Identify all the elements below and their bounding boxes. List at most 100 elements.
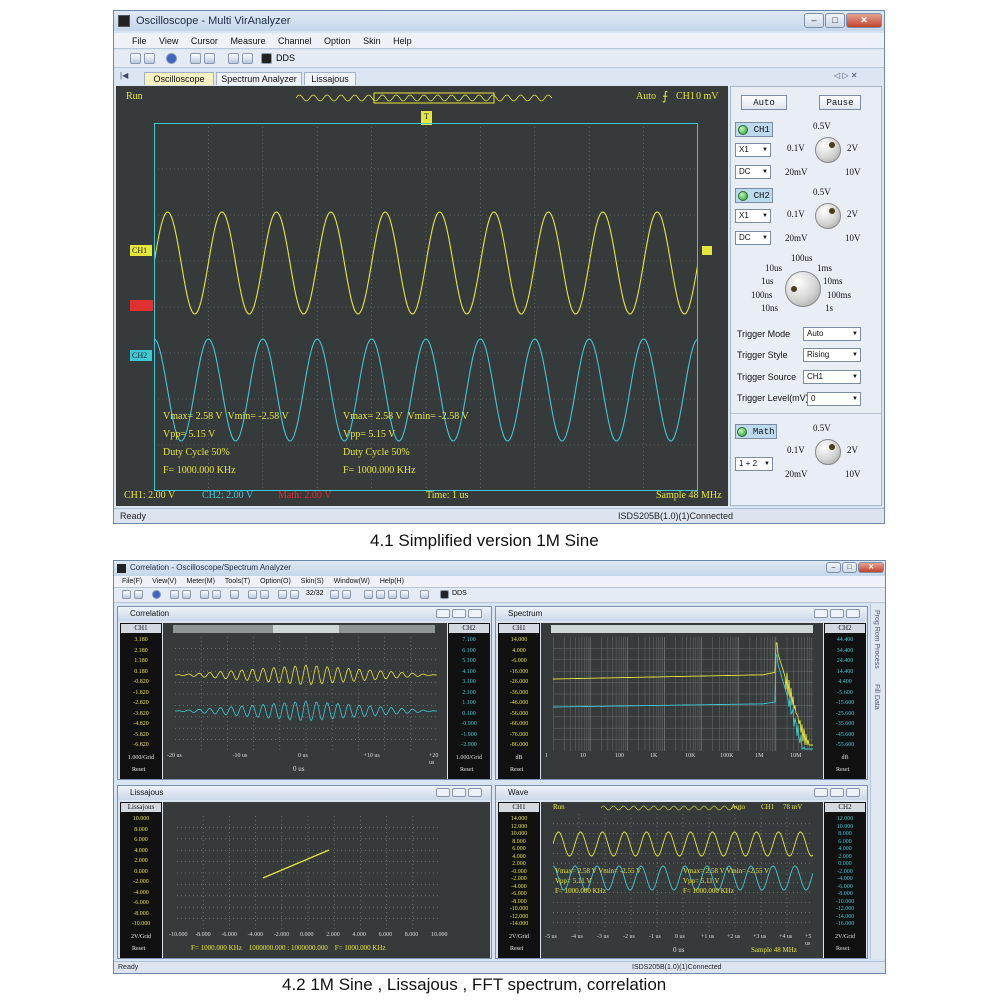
layout3-icon[interactable] <box>388 590 397 599</box>
correlation-max-button[interactable] <box>452 609 466 618</box>
menu-help-h[interactable]: Help(H) <box>380 576 404 588</box>
bottom-zoom-out-icon[interactable] <box>182 590 191 599</box>
auto-button[interactable]: Auto <box>741 95 787 110</box>
trigger-style-select[interactable]: Rising <box>803 348 861 362</box>
layout4-icon[interactable] <box>400 590 409 599</box>
prev-frame-icon[interactable] <box>278 590 287 599</box>
bottom-dds-icon[interactable] <box>440 590 449 599</box>
ch2-coupling-select[interactable]: DC <box>735 231 771 245</box>
bottom-help-icon[interactable] <box>152 590 161 599</box>
menu-view-v[interactable]: View(V) <box>152 576 176 588</box>
menu-option-o[interactable]: Option(O) <box>260 576 291 588</box>
wave-min-button[interactable] <box>814 788 828 797</box>
zoom-in-icon[interactable] <box>190 53 201 64</box>
ch1-enable-button[interactable]: CH1 <box>735 122 773 137</box>
bottom-cursor2-icon[interactable] <box>212 590 221 599</box>
wave-close-button[interactable] <box>846 788 860 797</box>
side-tab-fill[interactable]: Fill Data <box>873 684 880 710</box>
trigger-level-input[interactable]: 0 <box>807 392 861 406</box>
tab-spectrum-analyzer[interactable]: Spectrum Analyzer <box>216 72 302 85</box>
ch1-volts-knob[interactable] <box>815 137 841 163</box>
bottom-cursor-icon[interactable] <box>200 590 209 599</box>
close-button[interactable]: ✕ <box>846 13 882 28</box>
cursor-v-icon[interactable] <box>242 53 253 64</box>
correlation-scrollbar[interactable] <box>173 625 435 633</box>
maximize-button[interactable]: □ <box>825 13 845 28</box>
wave-plot[interactable]: Run Auto CH1 78 mV Vmax= 2.58 V Vmin= -2… <box>541 802 823 958</box>
trigger-mode-select[interactable]: Auto <box>803 327 861 341</box>
menu-file-f[interactable]: File(F) <box>122 576 142 588</box>
bottom-maximize-button[interactable]: □ <box>842 562 857 573</box>
bottom-grid2-icon[interactable] <box>260 590 269 599</box>
wave-reset-right[interactable]: Reset <box>836 946 849 952</box>
trigger-source-select[interactable]: CH1 <box>803 370 861 384</box>
help-icon[interactable] <box>166 53 177 64</box>
menu-view[interactable]: View <box>159 33 178 49</box>
menu-window-w[interactable]: Window(W) <box>334 576 370 588</box>
menu-channel[interactable]: Channel <box>278 33 312 49</box>
side-tab-prog[interactable]: Prog Rom Process <box>873 610 880 669</box>
correlation-reset-left[interactable]: Reset <box>132 767 145 773</box>
correlation-reset-right[interactable]: Reset <box>460 767 473 773</box>
wave-reset-left[interactable]: Reset <box>510 946 523 952</box>
dds-icon[interactable] <box>261 53 272 64</box>
settings-icon[interactable] <box>420 590 429 599</box>
tab-lissajous[interactable]: Lissajous <box>304 72 356 85</box>
math-volts-knob[interactable] <box>815 439 841 465</box>
menu-option[interactable]: Option <box>324 33 351 49</box>
bottom-open-icon[interactable] <box>122 590 131 599</box>
trigger-level-marker[interactable] <box>702 246 712 255</box>
oscilloscope-display[interactable]: Run Auto ⨍ CH1 0 mV T CH1 Math CH2 Vmax=… <box>116 86 728 506</box>
layout2-icon[interactable] <box>376 590 385 599</box>
wave-max-button[interactable] <box>830 788 844 797</box>
spectrum-reset-left[interactable]: Reset <box>510 767 523 773</box>
ch2-probe-select[interactable]: X1 <box>735 209 771 223</box>
zoom-out-icon[interactable] <box>204 53 215 64</box>
math-operation-select[interactable]: 1 + 2 <box>735 457 773 471</box>
ch2-level-marker[interactable]: CH2 <box>130 350 153 361</box>
layout-icon[interactable] <box>364 590 373 599</box>
menu-cursor[interactable]: Cursor <box>191 33 218 49</box>
tab-scroll-left-icon[interactable]: |◀ <box>120 71 128 80</box>
math-level-marker[interactable]: Math <box>130 300 153 311</box>
spectrum-scrollbar[interactable] <box>551 625 813 633</box>
menu-skin-s[interactable]: Skin(S) <box>301 576 324 588</box>
bottom-close-button[interactable]: ✕ <box>858 562 884 573</box>
dds-label[interactable]: DDS <box>276 53 295 63</box>
bottom-save-icon[interactable] <box>134 590 143 599</box>
bottom-dds-label[interactable]: DDS <box>452 590 467 597</box>
cursor-h-icon[interactable] <box>228 53 239 64</box>
menu-file[interactable]: File <box>132 33 147 49</box>
correlation-close-button[interactable] <box>468 609 482 618</box>
bottom-grid-icon[interactable] <box>248 590 257 599</box>
ch1-coupling-select[interactable]: DC <box>735 165 771 179</box>
ch1-level-marker[interactable]: CH1 <box>130 245 153 256</box>
timebase-knob[interactable] <box>785 271 821 307</box>
spectrum-min-button[interactable] <box>814 609 828 618</box>
lissajous-plot[interactable]: -10.000 -8.000 -6.000 -4.000 -2.000 0.000 2.00… <box>163 802 490 958</box>
lissajous-reset[interactable]: Reset <box>132 946 145 952</box>
correlation-plot[interactable]: -20 us -10 us 0 us +10 us +20 us 0 us <box>163 623 447 779</box>
next-frame-icon[interactable] <box>290 590 299 599</box>
spectrum-close-button[interactable] <box>846 609 860 618</box>
open-icon[interactable] <box>130 53 141 64</box>
menu-skin[interactable]: Skin <box>363 33 381 49</box>
tab-oscilloscope[interactable]: Oscilloscope <box>144 72 214 85</box>
spectrum-max-button[interactable] <box>830 609 844 618</box>
minimize-button[interactable]: – <box>804 13 824 28</box>
ch2-volts-knob[interactable] <box>815 203 841 229</box>
menu-measure[interactable]: Measure <box>230 33 265 49</box>
wave-overview-icon[interactable] <box>601 804 741 812</box>
menu-meter-m[interactable]: Meter(M) <box>187 576 215 588</box>
tab-nav-icon[interactable]: ◁ ▷ ✕ <box>834 71 857 80</box>
timebase-overview-icon[interactable] <box>296 92 552 104</box>
first-frame-icon[interactable] <box>330 590 339 599</box>
spectrum-reset-right[interactable]: Reset <box>836 767 849 773</box>
last-frame-icon[interactable] <box>342 590 351 599</box>
bottom-zoom-in-icon[interactable] <box>170 590 179 599</box>
math-enable-button[interactable]: Math <box>735 424 777 439</box>
lissajous-max-button[interactable] <box>452 788 466 797</box>
lissajous-min-button[interactable] <box>436 788 450 797</box>
ch2-enable-button[interactable]: CH2 <box>735 188 773 203</box>
menu-tools-t[interactable]: Tools(T) <box>225 576 250 588</box>
